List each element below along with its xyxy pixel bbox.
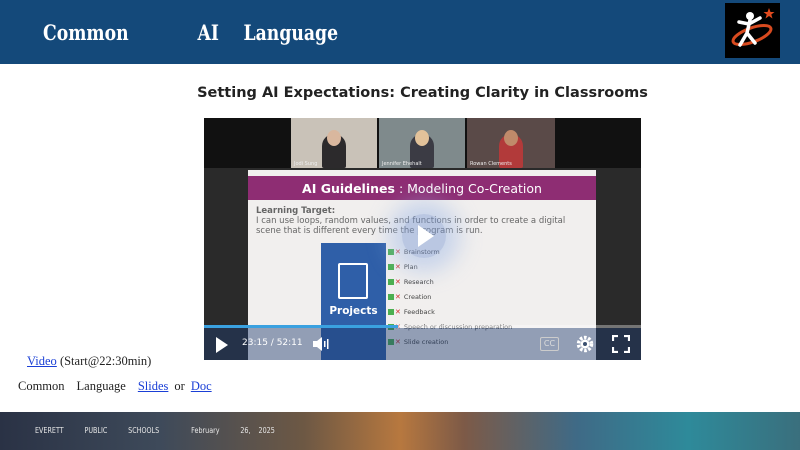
or-text: or <box>174 379 185 393</box>
footer-word: 26, <box>240 426 251 435</box>
checklist-item: ✕ Research <box>388 274 548 289</box>
big-play-button[interactable] <box>402 214 446 258</box>
check-icon <box>388 248 394 255</box>
resources-line: Common Language Slides or Doc <box>18 379 212 394</box>
participant-tile: Jennifer Ehehalt <box>379 118 465 168</box>
video-link-line: Video (Start@22:30min) <box>27 354 151 369</box>
title-word-language: Language <box>243 19 339 45</box>
x-icon: ✕ <box>395 292 401 301</box>
settings-gear-icon[interactable] <box>575 334 595 354</box>
document-gear-icon <box>338 263 368 299</box>
header-bar: Common AI Language <box>0 0 800 64</box>
participant-tile: Jodi Sung <box>291 118 377 168</box>
check-icon <box>388 308 394 315</box>
x-icon: ✕ <box>395 247 401 256</box>
time-display: 23:15 / 52:11 <box>242 338 303 348</box>
slides-link[interactable]: Slides <box>138 379 169 393</box>
projects-label: Projects <box>329 305 378 317</box>
footer-banner: EVERETT PUBLIC SCHOOLS February 26, 2025 <box>0 412 800 450</box>
checklist-item: ✕ Feedback <box>388 304 548 319</box>
video-player[interactable]: Jodi Sung Jennifer Ehehalt Rowan Clement… <box>204 118 641 360</box>
footer-word: 2025 <box>258 426 275 435</box>
participant-tile: Rowan Clements <box>467 118 555 168</box>
footer-word: SCHOOLS <box>128 426 160 435</box>
checklist-item: ✕ Plan <box>388 259 548 274</box>
captions-button[interactable]: CC <box>540 337 559 351</box>
x-icon: ✕ <box>395 277 401 286</box>
participant-name: Jennifer Ehehalt <box>382 161 422 167</box>
line-word-language: Language <box>76 379 126 393</box>
check-icon <box>388 278 394 285</box>
check-icon <box>388 263 394 270</box>
page-title: Common AI Language <box>43 12 338 52</box>
checklist-item: ✕ Creation <box>388 289 548 304</box>
title-word-common: Common <box>43 19 129 45</box>
video-link[interactable]: Video <box>27 354 57 368</box>
x-icon: ✕ <box>395 262 401 271</box>
volume-icon[interactable] <box>312 336 330 352</box>
control-bar: 23:15 / 52:11 CC <box>204 328 641 360</box>
play-pause-button[interactable] <box>216 337 228 353</box>
check-icon <box>388 293 394 300</box>
fullscreen-icon[interactable] <box>611 334 631 354</box>
participant-name: Jodi Sung <box>294 161 318 167</box>
play-icon <box>418 225 434 247</box>
slide-header-bold: AI Guidelines <box>302 180 395 196</box>
participant-name: Rowan Clements <box>470 161 512 167</box>
slide-header-rest: : Modeling Co-Creation <box>398 180 542 196</box>
doc-link[interactable]: Doc <box>191 379 212 393</box>
participant-strip: Jodi Sung Jennifer Ehehalt Rowan Clement… <box>204 118 641 168</box>
footer-text: EVERETT PUBLIC SCHOOLS February 26, 2025 <box>35 426 296 435</box>
footer-word: February <box>191 426 220 435</box>
school-logo-icon <box>725 3 780 58</box>
footer-word: EVERETT <box>35 426 64 435</box>
title-word-ai: AI <box>197 19 219 45</box>
slide-header: AI Guidelines : Modeling Co-Creation <box>248 176 596 200</box>
video-title: Setting AI Expectations: Creating Clarit… <box>197 85 648 101</box>
footer-word: PUBLIC <box>84 426 108 435</box>
line-word-common: Common <box>18 379 65 393</box>
video-start-note: (Start@22:30min) <box>59 354 152 368</box>
x-icon: ✕ <box>395 307 401 316</box>
